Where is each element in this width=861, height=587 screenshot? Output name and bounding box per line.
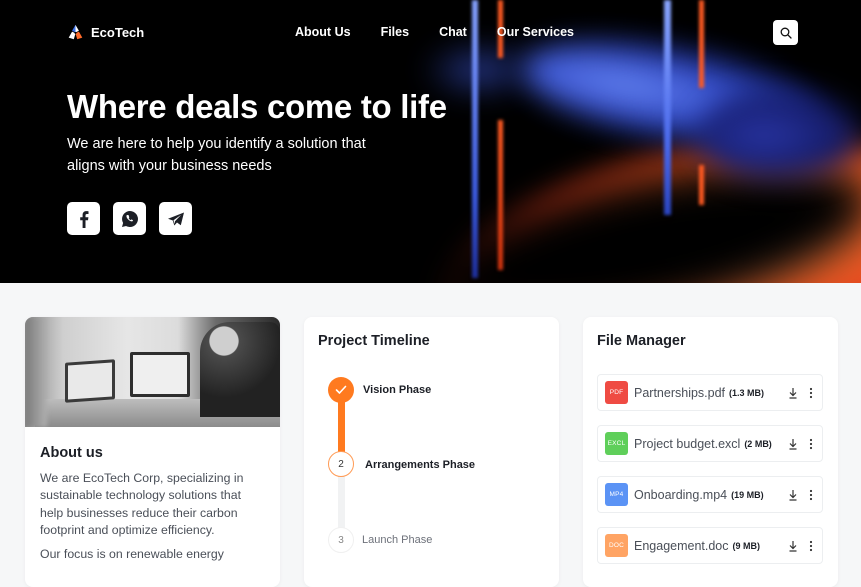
telegram-icon — [167, 212, 184, 225]
about-team-photo — [25, 317, 280, 427]
about-paragraph: Our focus is on renewable energy — [40, 547, 224, 562]
hero-section: EcoTech About Us Files Chat Our Services… — [0, 0, 861, 283]
file-name: Project budget.excl — [634, 436, 741, 451]
file-type-badge: DOC — [605, 534, 628, 557]
timeline-step-label: Arrangements Phase — [365, 459, 476, 471]
timeline-step-arrangements[interactable]: 2 — [328, 451, 354, 477]
timeline-step-label: Launch Phase — [362, 534, 433, 546]
file-item[interactable]: MP4 Onboarding.mp4 (19 MB) — [597, 476, 823, 513]
search-button[interactable] — [773, 20, 798, 45]
file-type-badge: EXCL — [605, 432, 628, 455]
brand-name: EcoTech — [91, 25, 145, 40]
hero-title: Where deals come to life — [67, 88, 447, 125]
file-name: Onboarding.mp4 — [634, 487, 728, 502]
file-size: (19 MB) — [731, 489, 764, 500]
file-item[interactable]: EXCL Project budget.excl (2 MB) — [597, 425, 823, 462]
download-icon[interactable] — [787, 539, 799, 553]
nav-link-about-us[interactable]: About Us — [295, 25, 351, 39]
file-manager-card: File Manager PDF Partnerships.pdf (1.3 M… — [583, 317, 838, 587]
more-options-icon[interactable] — [808, 437, 814, 451]
facebook-icon — [79, 210, 88, 228]
hero-subtitle: We are here to help you identify a solut… — [67, 136, 366, 174]
file-item[interactable]: DOC Engagement.doc (9 MB) — [597, 527, 823, 564]
file-name: Partnerships.pdf — [634, 385, 726, 400]
ecotech-logo-icon — [68, 24, 83, 40]
nav-link-our-services[interactable]: Our Services — [497, 25, 574, 39]
file-item[interactable]: PDF Partnerships.pdf (1.3 MB) — [597, 374, 823, 411]
file-list: PDF Partnerships.pdf (1.3 MB) EXCL Proje… — [597, 374, 823, 578]
timeline-step-label: Vision Phase — [363, 384, 432, 396]
check-icon — [335, 385, 347, 394]
download-icon[interactable] — [787, 488, 799, 502]
file-size: (2 MB) — [744, 438, 772, 449]
download-icon[interactable] — [787, 386, 799, 400]
nav-link-chat[interactable]: Chat — [439, 25, 467, 39]
whatsapp-icon — [121, 210, 138, 227]
top-nav: EcoTech About Us Files Chat Our Services — [0, 0, 861, 64]
step-number: 2 — [338, 458, 344, 470]
more-options-icon[interactable] — [808, 386, 814, 400]
file-type-badge: PDF — [605, 381, 628, 404]
step-number: 3 — [338, 534, 344, 546]
social-links — [67, 202, 192, 235]
file-manager-title: File Manager — [597, 333, 686, 349]
about-paragraph: We are EcoTech Corp, specializing in sus… — [40, 471, 244, 537]
file-name: Engagement.doc — [634, 538, 729, 553]
file-size: (9 MB) — [732, 540, 761, 551]
search-icon — [780, 27, 792, 39]
brand-logo-link[interactable]: EcoTech — [67, 24, 144, 41]
timeline-step-vision[interactable] — [328, 377, 354, 403]
nav-link-files[interactable]: Files — [381, 25, 410, 39]
about-title: About us — [40, 445, 103, 461]
download-icon[interactable] — [787, 437, 799, 451]
more-options-icon[interactable] — [808, 539, 814, 553]
timeline: Vision Phase 2 Arrangements Phase 3 Laun… — [304, 317, 559, 587]
file-type-badge: MP4 — [605, 483, 628, 506]
nav-links: About Us Files Chat Our Services — [295, 25, 604, 39]
telegram-button[interactable] — [159, 202, 192, 235]
about-card: About us We are EcoTech Corp, specializi… — [25, 317, 280, 587]
file-size: (1.3 MB) — [729, 387, 765, 398]
more-options-icon[interactable] — [808, 488, 814, 502]
facebook-button[interactable] — [67, 202, 100, 235]
timeline-step-launch[interactable]: 3 — [328, 527, 354, 553]
whatsapp-button[interactable] — [113, 202, 146, 235]
project-timeline-card: Project Timeline Vision Phase 2 Arrangem… — [304, 317, 559, 587]
